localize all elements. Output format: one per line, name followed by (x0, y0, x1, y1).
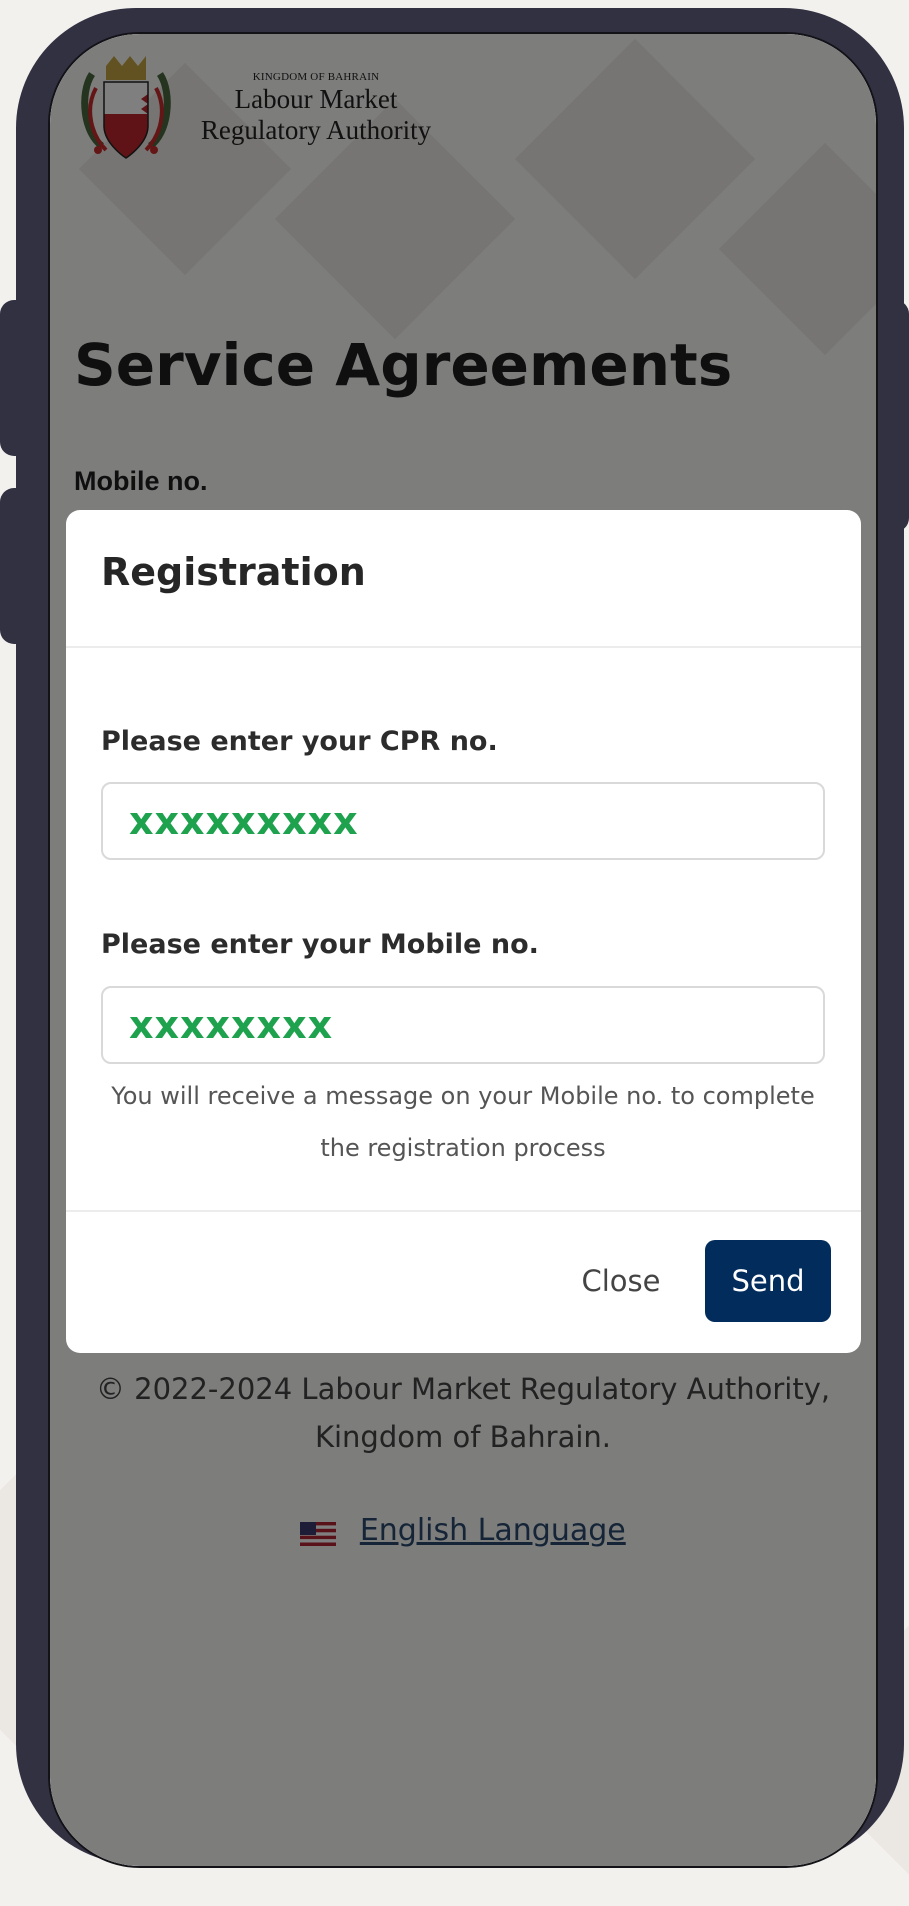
dialog-title: Registration (101, 550, 366, 594)
cpr-field-label: Please enter your CPR no. (101, 726, 498, 757)
registration-help-text: You will receive a message on your Mobil… (111, 1082, 815, 1162)
dialog-header: Registration (66, 510, 861, 648)
cpr-input[interactable]: xxxxxxxxx (101, 782, 825, 860)
registration-dialog: Registration Please enter your CPR no. x… (66, 510, 861, 1353)
phone-screen: KINGDOM OF BAHRAIN Labour Market Regulat… (48, 32, 878, 1868)
close-button[interactable]: Close (566, 1240, 676, 1322)
dialog-footer: Close Send (66, 1210, 861, 1353)
send-button[interactable]: Send (705, 1240, 831, 1322)
mobile-input[interactable]: xxxxxxxx (101, 986, 825, 1064)
mobile-field-label: Please enter your Mobile no. (101, 929, 539, 960)
